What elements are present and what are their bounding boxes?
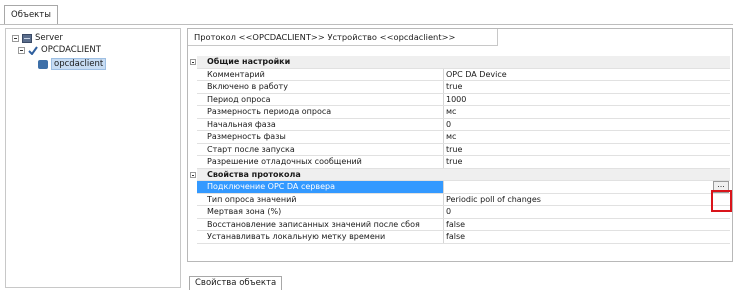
property-row[interactable]: Размерность периода опроса мс — [197, 106, 730, 119]
property-name: Размерность периода опроса — [197, 106, 444, 118]
property-name: Мертвая зона (%) — [197, 206, 444, 218]
property-value[interactable]: true — [444, 81, 730, 93]
property-row[interactable]: Комментарий OPC DA Device — [197, 68, 730, 81]
property-name: Комментарий — [197, 68, 444, 80]
property-row[interactable]: Размерность фазы мс — [197, 131, 730, 144]
tree-node-server-label: Server — [35, 33, 63, 43]
property-value[interactable] — [444, 181, 730, 193]
property-value[interactable]: 0 — [444, 119, 730, 131]
property-name: Включено в работу — [197, 81, 444, 93]
property-row[interactable]: Устанавливать локальную метку времени fa… — [197, 231, 730, 244]
property-name: Размерность фазы — [197, 131, 444, 143]
property-row-selected[interactable]: Подключение OPC DA сервера ... — [197, 181, 730, 194]
property-name: Разрешение отладочных сообщений — [197, 156, 444, 168]
tree-node-server[interactable]: Server — [12, 33, 63, 43]
tab-strip-divider — [0, 24, 733, 25]
highlight-annotation — [711, 190, 732, 212]
property-value[interactable]: false — [444, 219, 730, 231]
property-row[interactable]: Мертвая зона (%) 0 — [197, 206, 730, 219]
category-general[interactable]: Общие настройки — [190, 56, 730, 69]
collapse-icon[interactable] — [190, 171, 196, 178]
properties-panel: Протокол <<OPCDACLIENT>> Устройство <<op… — [187, 28, 733, 262]
checkmark-icon — [28, 45, 38, 56]
object-tree[interactable]: Server OPCDACLIENT opcdaclient — [5, 28, 181, 288]
collapse-icon[interactable] — [18, 46, 25, 54]
property-value[interactable]: 1000 — [444, 94, 730, 106]
tree-node-device-label: opcdaclient — [51, 58, 107, 70]
tree-node-device[interactable]: opcdaclient — [38, 58, 107, 70]
category-protocol[interactable]: Свойства протокола — [190, 168, 730, 181]
server-icon — [22, 33, 32, 43]
category-label: Общие настройки — [207, 57, 291, 66]
property-value[interactable]: true — [444, 144, 730, 156]
panel-title: Протокол <<OPCDACLIENT>> Устройство <<op… — [188, 29, 498, 46]
property-name: Подключение OPC DA сервера — [197, 181, 444, 193]
property-row[interactable]: Начальная фаза 0 — [197, 118, 730, 131]
tree-node-opcdaclient-label: OPCDACLIENT — [41, 45, 101, 55]
property-row[interactable]: Разрешение отладочных сообщений true — [197, 156, 730, 169]
property-name: Старт после запуска — [197, 143, 444, 155]
property-value[interactable]: мс — [444, 131, 730, 143]
property-row[interactable]: Старт после запуска true — [197, 143, 730, 156]
tree-node-opcdaclient[interactable]: OPCDACLIENT — [18, 45, 101, 56]
property-name: Тип опроса значений — [197, 193, 444, 205]
collapse-icon[interactable] — [12, 34, 19, 42]
category-label: Свойства протокола — [207, 169, 301, 179]
property-value[interactable]: 0 — [444, 206, 730, 218]
property-row[interactable]: Период опроса 1000 — [197, 93, 730, 106]
property-value[interactable]: false — [444, 231, 730, 243]
property-value[interactable]: OPC DA Device — [444, 69, 730, 81]
property-name: Устанавливать локальную метку времени — [197, 231, 444, 243]
property-row[interactable]: Восстановление записанных значений после… — [197, 218, 730, 231]
collapse-icon[interactable] — [190, 59, 196, 65]
property-value[interactable]: мс — [444, 106, 730, 118]
property-value[interactable]: Periodic poll of changes — [444, 194, 730, 206]
property-row[interactable]: Тип опроса значений Periodic poll of cha… — [197, 193, 730, 206]
property-name: Начальная фаза — [197, 118, 444, 130]
tab-objects[interactable]: Объекты — [4, 5, 58, 24]
property-value[interactable]: true — [444, 156, 730, 168]
device-icon — [38, 59, 48, 69]
property-name: Восстановление записанных значений после… — [197, 218, 444, 230]
property-row[interactable]: Включено в работу true — [197, 81, 730, 94]
property-name: Период опроса — [197, 93, 444, 105]
